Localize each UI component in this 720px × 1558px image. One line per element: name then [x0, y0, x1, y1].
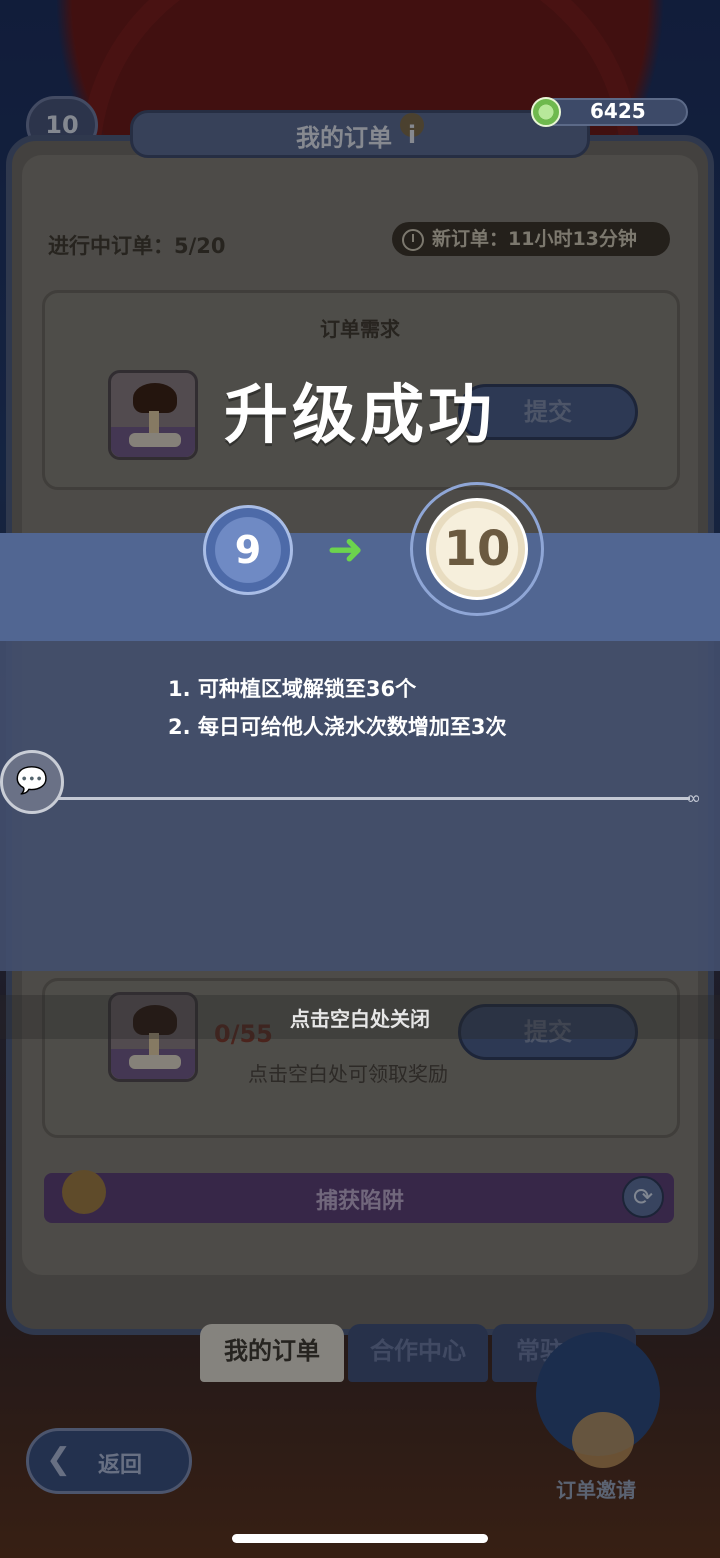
divider-end-ornament: ∞	[686, 788, 701, 809]
home-indicator[interactable]	[232, 1534, 488, 1543]
arrow-right-icon: ➜	[327, 524, 364, 575]
perk-item: 1. 可种植区域解锁至36个	[168, 677, 417, 701]
perk-item: 2. 每日可给他人浇水次数增加至3次	[168, 715, 507, 739]
chat-divider	[30, 797, 690, 800]
chat-bubble-icon[interactable]: 💬	[0, 750, 64, 814]
level-up-title: 升级成功	[224, 379, 496, 453]
coin-icon	[531, 97, 561, 127]
close-hint: 点击空白处关闭	[290, 1007, 430, 1031]
new-level-badge: 10	[426, 498, 528, 600]
currency-value: 6425	[590, 99, 646, 123]
old-level-badge: 9	[203, 505, 293, 595]
